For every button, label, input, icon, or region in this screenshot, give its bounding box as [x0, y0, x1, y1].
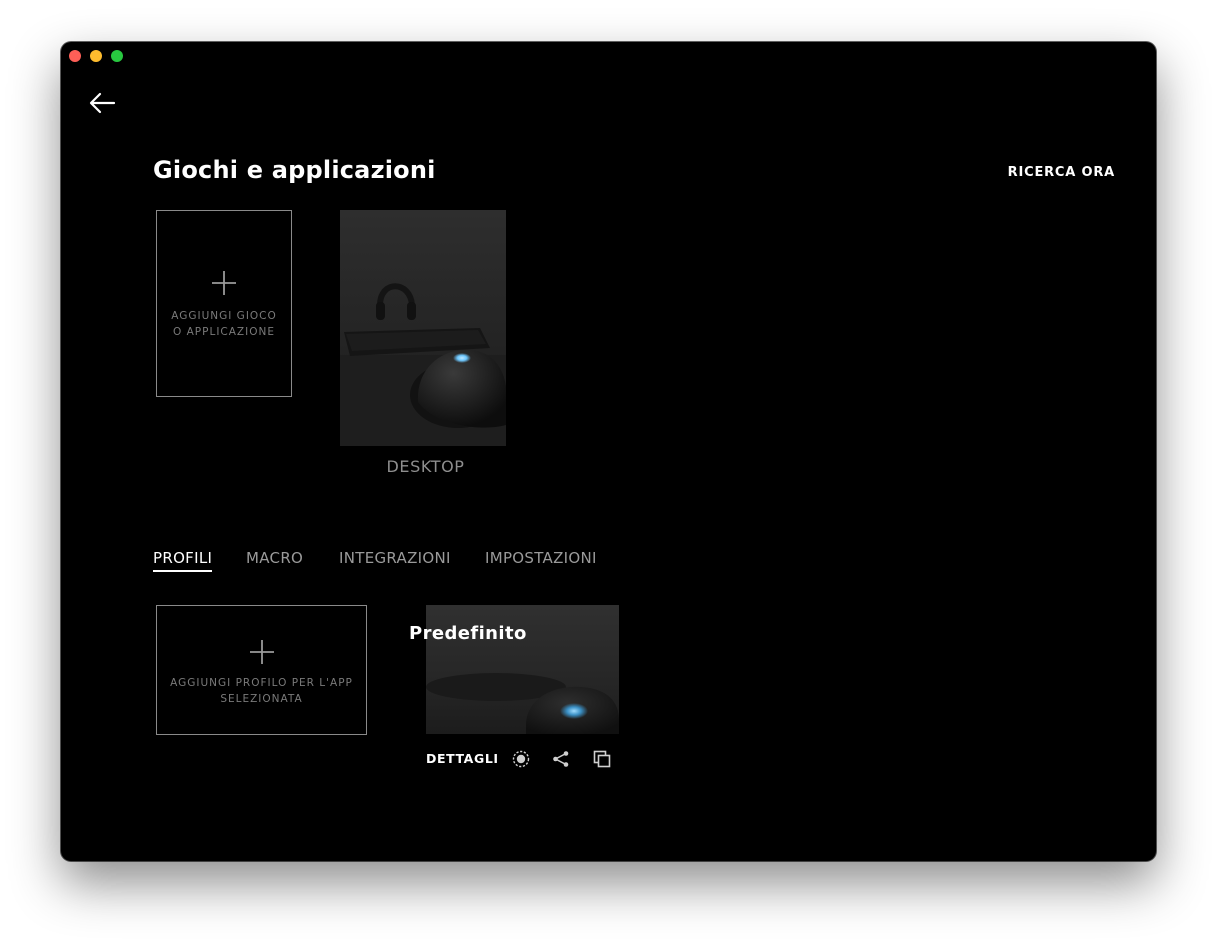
tab-integrazioni[interactable]: INTEGRAZIONI: [339, 549, 451, 567]
app-label-desktop: DESKTOP: [386, 457, 465, 476]
persistent-profile-icon[interactable]: [511, 749, 531, 769]
add-profile-label-line2: SELEZIONATA: [220, 693, 303, 705]
plus-icon: [249, 640, 274, 664]
add-game-button[interactable]: AGGIUNGI GIOCO O APPLICAZIONE: [156, 210, 292, 397]
duplicate-icon[interactable]: [592, 749, 612, 769]
profile-name: Predefinito: [409, 623, 527, 644]
share-icon[interactable]: [551, 749, 571, 769]
search-now-button[interactable]: RICERCA ORA: [1008, 165, 1115, 180]
arrow-left-icon: [89, 92, 116, 114]
window-minimize-button[interactable]: [90, 50, 102, 62]
page-title: Giochi e applicazioni: [153, 156, 436, 184]
tab-profili[interactable]: PROFILI: [153, 549, 213, 572]
tab-impostazioni[interactable]: IMPOSTAZIONI: [485, 549, 597, 567]
app-card-desktop[interactable]: [340, 210, 506, 446]
add-profile-label-line1: AGGIUNGI PROFILO PER L'APP: [170, 677, 353, 689]
back-button[interactable]: [87, 90, 117, 116]
tab-macro[interactable]: MACRO: [246, 549, 303, 567]
app-window: Giochi e applicazioni RICERCA ORA AGGIUN…: [61, 42, 1156, 861]
details-button[interactable]: DETTAGLI: [426, 751, 499, 766]
add-game-label-line2: O APPLICAZIONE: [173, 326, 275, 338]
plus-icon: [212, 271, 236, 295]
add-profile-button[interactable]: AGGIUNGI PROFILO PER L'APP SELEZIONATA: [156, 605, 367, 735]
desktop-thumbnail-image: [340, 210, 506, 446]
window-maximize-button[interactable]: [111, 50, 123, 62]
add-profile-label: AGGIUNGI PROFILO PER L'APP SELEZIONATA: [157, 675, 366, 707]
window-close-button[interactable]: [69, 50, 81, 62]
add-game-label-line1: AGGIUNGI GIOCO: [171, 310, 277, 322]
add-game-label: AGGIUNGI GIOCO O APPLICAZIONE: [157, 308, 291, 340]
